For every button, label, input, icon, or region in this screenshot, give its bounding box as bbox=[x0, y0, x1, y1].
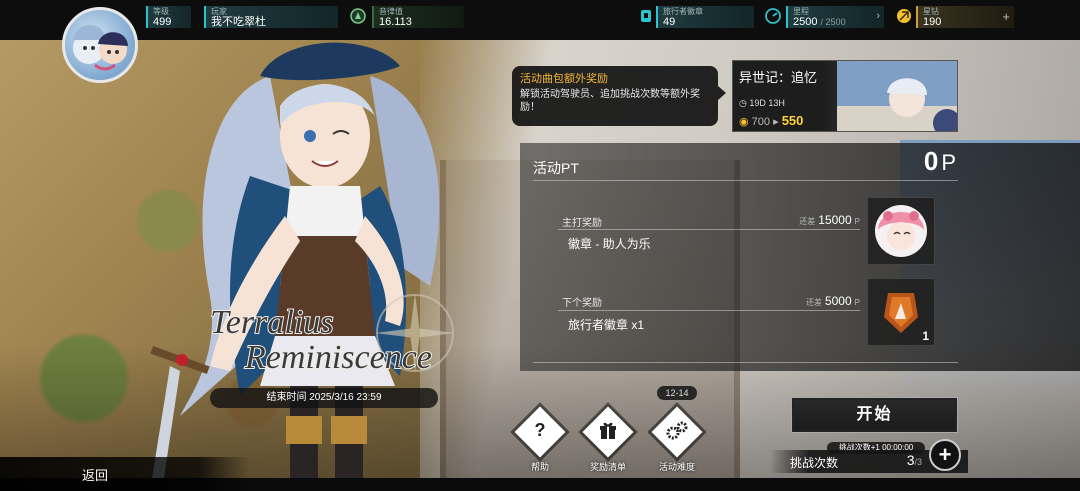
star-diamond-icon bbox=[897, 9, 911, 23]
svg-text:Reminiscence: Reminiscence bbox=[244, 339, 432, 376]
difficulty-label: 活动难度 bbox=[658, 462, 695, 472]
main-reward-name: 徽章 - 助人为乐 bbox=[568, 237, 651, 251]
arrow-right-icon: ▸ bbox=[773, 116, 779, 128]
character-illustration bbox=[150, 42, 440, 491]
mileage-stat[interactable]: 里程 2500 / 2500 › bbox=[786, 6, 884, 28]
main-reward-icon[interactable] bbox=[867, 197, 935, 265]
terralius-reminiscence-logo: Terralius Reminiscence bbox=[209, 293, 455, 377]
challenge-label: 挑战次数 bbox=[790, 456, 839, 470]
rhythm-stat: 音律值 16.113 bbox=[372, 6, 464, 28]
challenge-max: /3 bbox=[914, 457, 922, 467]
mileage-max: / 2500 bbox=[820, 17, 846, 27]
svg-text:Terralius: Terralius bbox=[210, 304, 333, 341]
avatar-portrait-icon bbox=[73, 25, 128, 71]
gift-icon bbox=[582, 420, 634, 446]
points-value: 0 bbox=[923, 146, 939, 176]
traveler-badge-stat[interactable]: 旅行者徽章 49 bbox=[656, 6, 754, 28]
chevron-right-icon: › bbox=[876, 10, 880, 22]
mileage-label: 里程 bbox=[793, 7, 809, 16]
event-pack-timer: 19D 13H bbox=[749, 98, 785, 108]
main-reward-needed: 还差 15000 P bbox=[799, 213, 860, 227]
rhythm-value: 16.113 bbox=[379, 16, 412, 28]
points-label: 活动PT bbox=[533, 160, 579, 176]
level-label: 等级 bbox=[153, 7, 169, 16]
traveler-badge-icon bbox=[641, 10, 651, 22]
rhythm-icon bbox=[350, 8, 366, 24]
rewards-panel bbox=[520, 143, 1080, 371]
question-icon: ? bbox=[534, 420, 546, 440]
reward-list-label: 奖励清单 bbox=[589, 462, 626, 472]
tooltip-description: 解锁活动驾驶员、追加挑战次数等额外奖励！ bbox=[520, 89, 700, 113]
next-reward-quantity: 1 bbox=[922, 329, 929, 343]
event-pack-title: 异世记：追忆 bbox=[739, 70, 818, 85]
points-unit: P bbox=[941, 150, 956, 175]
cost-original: 700 bbox=[751, 116, 771, 128]
plus-icon: + bbox=[938, 442, 952, 467]
level-value: 499 bbox=[153, 16, 172, 28]
rhythm-label: 音律值 bbox=[379, 7, 403, 16]
add-challenge-button[interactable]: + bbox=[929, 439, 961, 471]
clock-icon: ◷ bbox=[739, 98, 750, 108]
back-button[interactable]: 返回 bbox=[0, 457, 250, 491]
start-button[interactable]: 开始 bbox=[791, 397, 958, 433]
event-pack-art bbox=[837, 61, 957, 131]
player-name: 我不吃翠杜 bbox=[211, 16, 266, 28]
tooltip-title: 活动曲包额外奖励 bbox=[520, 73, 608, 85]
divider bbox=[533, 362, 958, 363]
add-icon[interactable]: + bbox=[1002, 9, 1010, 24]
main-reward-title: 主打奖励 bbox=[562, 218, 602, 229]
help-label: 帮助 bbox=[530, 462, 549, 472]
level-stat: 等级 499 bbox=[146, 6, 191, 28]
player-label: 玩家 bbox=[211, 7, 227, 16]
divider bbox=[533, 180, 958, 181]
difficulty-range-badge: 12-14 bbox=[657, 386, 697, 400]
cost-discounted: 550 bbox=[781, 113, 804, 128]
event-pack-card[interactable]: 异世记：追忆 ◷ 19D 13H ◉ 700 ▸ 550 bbox=[732, 60, 958, 132]
next-reward-title: 下个奖励 bbox=[562, 298, 602, 309]
next-reward-needed: 还差 5000 P bbox=[805, 294, 860, 308]
star-diamond-icon: ◉ bbox=[739, 116, 749, 128]
points-value-group: 0P bbox=[870, 146, 956, 177]
star-diamond-value: 190 bbox=[923, 16, 942, 28]
player-avatar[interactable] bbox=[62, 7, 138, 83]
gears-icon bbox=[651, 420, 703, 446]
star-diamond-stat[interactable]: 星钻 190 + bbox=[916, 6, 1014, 28]
traveler-badge-label: 旅行者徽章 bbox=[663, 7, 703, 16]
mileage-icon bbox=[765, 8, 781, 24]
traveler-badge-value: 49 bbox=[663, 16, 676, 28]
event-extra-reward-tooltip: 活动曲包额外奖励 解锁活动驾驶员、追加挑战次数等额外奖励！ bbox=[512, 66, 726, 126]
back-label: 返回 bbox=[82, 468, 109, 483]
mileage-value: 2500 bbox=[793, 16, 818, 28]
star-diamond-label: 星钻 bbox=[923, 7, 939, 16]
player-stat: 玩家 我不吃翠杜 bbox=[204, 6, 338, 28]
next-reward-name: 旅行者徽章 x1 bbox=[568, 318, 645, 332]
next-reward-icon[interactable]: 1 bbox=[867, 278, 935, 346]
main-reward-points: 15000 bbox=[818, 213, 852, 227]
badge-portrait-icon bbox=[875, 205, 927, 257]
next-reward-points: 5000 bbox=[824, 294, 852, 308]
event-end-time: 结束时间 2025/3/16 23:59 bbox=[210, 388, 438, 408]
